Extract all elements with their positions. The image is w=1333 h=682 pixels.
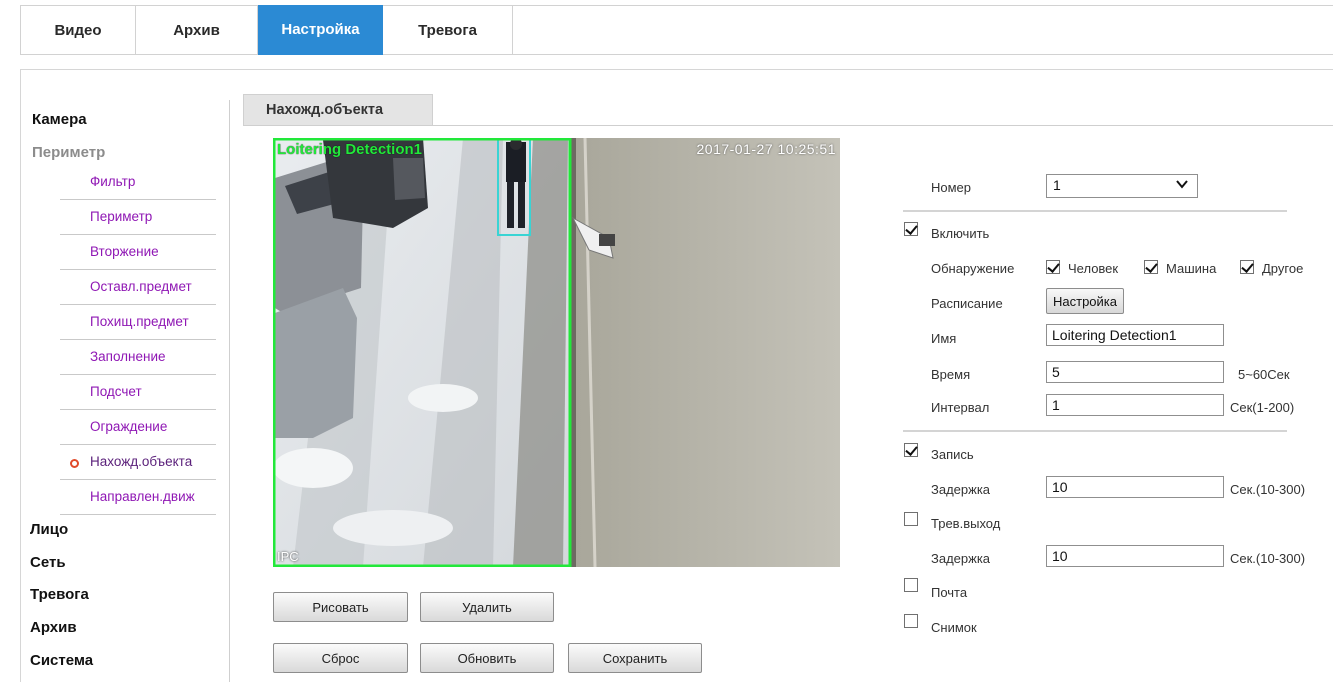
other-label: Другое	[1262, 261, 1304, 276]
sidebar-category-system[interactable]: Система	[30, 652, 93, 669]
sidebar-category-network[interactable]: Сеть	[30, 554, 66, 571]
record-delay-field[interactable]	[1046, 476, 1224, 498]
section-tab: Нахожд.объекта	[243, 94, 433, 126]
sidebar-item-label: Заполнение	[90, 349, 166, 364]
sidebar-item-counting[interactable]: Подсчет	[60, 376, 216, 410]
alarm-delay-unit: Сек.(10-300)	[1230, 551, 1306, 566]
sidebar-item-label: Нахожд.объекта	[90, 454, 193, 469]
snapshot-checkbox[interactable]	[904, 614, 918, 628]
human-label: Человек	[1068, 261, 1119, 276]
schedule-settings-button[interactable]: Настройка	[1046, 288, 1124, 314]
record-delay-label: Задержка	[931, 482, 991, 497]
sidebar-item-intrusion[interactable]: Вторжение	[60, 236, 216, 270]
name-field[interactable]	[1046, 324, 1224, 346]
vehicle-label: Машина	[1166, 261, 1217, 276]
snapshot-label: Снимок	[931, 620, 977, 635]
record-label: Запись	[931, 447, 974, 462]
interval-label: Интервал	[931, 400, 990, 415]
sidebar-item-missing-object[interactable]: Похищ.предмет	[60, 306, 216, 340]
sidebar-item-label: Периметр	[90, 209, 153, 224]
sidebar-item-perimeter[interactable]: Периметр	[60, 201, 216, 235]
sidebar-item-filter[interactable]: Фильтр	[60, 166, 216, 200]
top-navigation: Видео Архив Настройка Тревога	[20, 5, 1333, 55]
section-divider	[243, 125, 1333, 126]
human-checkbox[interactable]	[1046, 260, 1060, 274]
vehicle-checkbox[interactable]	[1144, 260, 1158, 274]
camera-scene	[273, 138, 840, 567]
alarm-delay-label: Задержка	[931, 551, 991, 566]
detection-label: Обнаружение	[931, 261, 1015, 276]
alarm-output-checkbox[interactable]	[904, 512, 918, 526]
save-button[interactable]: Сохранить	[568, 643, 702, 673]
ipc-overlay: IPC	[277, 549, 299, 564]
sidebar-item-abandoned-object[interactable]: Оставл.предмет	[60, 271, 216, 305]
enable-label: Включить	[931, 226, 990, 241]
tab-archive[interactable]: Архив	[136, 6, 258, 54]
divider	[903, 210, 1287, 212]
sidebar-item-crowd[interactable]: Заполнение	[60, 341, 216, 375]
record-delay-unit: Сек.(10-300)	[1230, 482, 1306, 497]
selected-bullet-icon	[70, 459, 79, 468]
sidebar-item-label: Ограждение	[90, 419, 168, 434]
time-unit: 5~60Сек	[1238, 367, 1290, 382]
number-select[interactable]: 1	[1046, 174, 1198, 198]
refresh-button[interactable]: Обновить	[420, 643, 554, 673]
sidebar-item-fence[interactable]: Ограждение	[60, 411, 216, 445]
sidebar-category-camera[interactable]: Камера	[32, 111, 87, 128]
email-label: Почта	[931, 585, 968, 600]
enable-checkbox[interactable]	[904, 222, 918, 236]
name-label: Имя	[931, 331, 957, 346]
sidebar-item-loitering[interactable]: Нахожд.объекта	[60, 446, 216, 480]
sidebar-item-direction[interactable]: Направлен.движ	[60, 481, 216, 515]
sidebar-category-perimeter[interactable]: Периметр	[32, 144, 105, 161]
sidebar-item-label: Вторжение	[90, 244, 159, 259]
record-checkbox[interactable]	[904, 443, 918, 457]
interval-unit: Сек(1-200)	[1230, 400, 1295, 415]
interval-field[interactable]	[1046, 394, 1224, 416]
sidebar-item-label: Направлен.движ	[90, 489, 195, 504]
alarm-output-label: Трев.выход	[931, 516, 1001, 531]
chevron-down-icon	[1176, 180, 1188, 189]
tab-settings[interactable]: Настройка	[258, 5, 383, 55]
alarm-delay-field[interactable]	[1046, 545, 1224, 567]
divider	[903, 430, 1287, 432]
email-checkbox[interactable]	[904, 578, 918, 592]
tab-alarm[interactable]: Тревога	[383, 6, 513, 54]
sidebar-item-label: Фильтр	[90, 174, 136, 189]
time-field[interactable]	[1046, 361, 1224, 383]
video-preview[interactable]: Loitering Detection1 2017-01-27 10:25:51…	[273, 138, 840, 567]
sidebar-item-label: Оставл.предмет	[90, 279, 192, 294]
number-label: Номер	[931, 180, 972, 195]
sidebar-category-archive[interactable]: Архив	[30, 619, 77, 636]
time-label: Время	[931, 367, 971, 382]
schedule-label: Расписание	[931, 296, 1003, 311]
sidebar-item-label: Подсчет	[90, 384, 142, 399]
timestamp-overlay: 2017-01-27 10:25:51	[696, 141, 836, 157]
rule-name-overlay: Loitering Detection1	[277, 141, 423, 158]
other-checkbox[interactable]	[1240, 260, 1254, 274]
sidebar: Камера Периметр Фильтр Периметр Вторжени…	[30, 100, 230, 682]
number-select-value: 1	[1053, 177, 1061, 193]
tab-video[interactable]: Видео	[21, 6, 136, 54]
sidebar-item-label: Похищ.предмет	[90, 314, 189, 329]
delete-button[interactable]: Удалить	[420, 592, 554, 622]
sidebar-category-face[interactable]: Лицо	[30, 521, 68, 538]
reset-button[interactable]: Сброс	[273, 643, 408, 673]
draw-button[interactable]: Рисовать	[273, 592, 408, 622]
sidebar-category-alarm[interactable]: Тревога	[30, 586, 89, 603]
